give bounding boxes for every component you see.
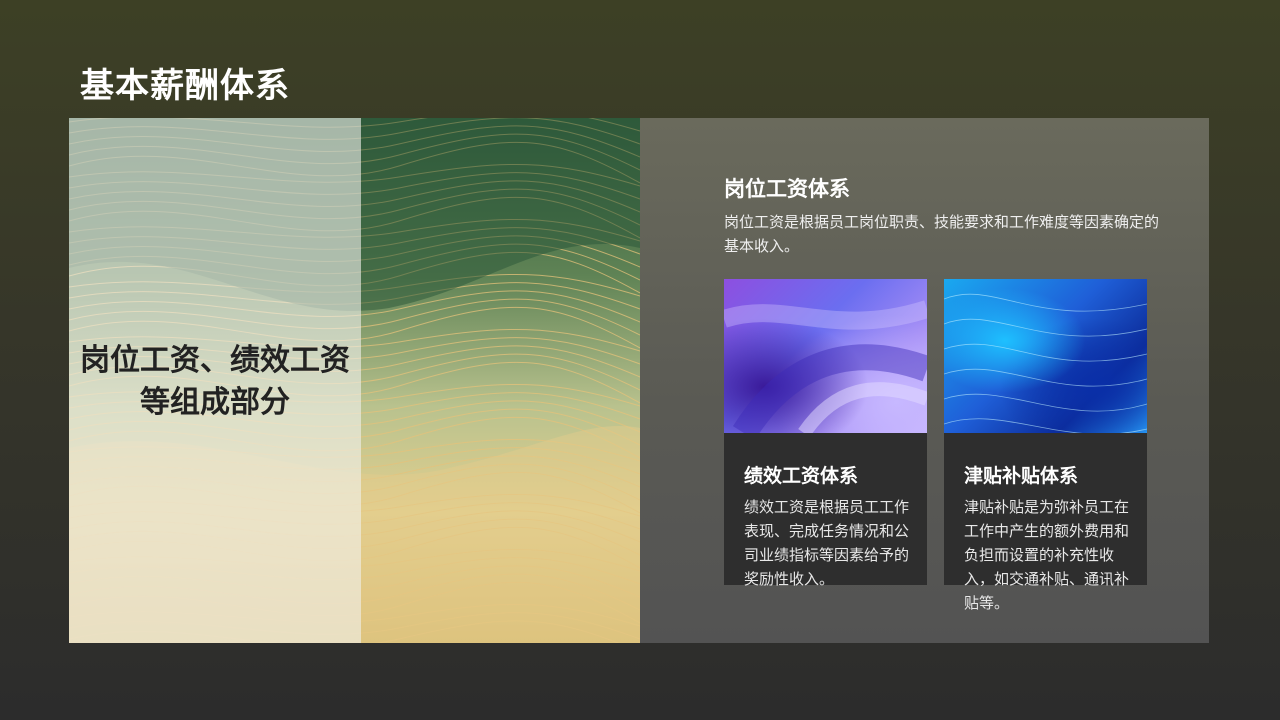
slide-title: 基本薪酬体系 xyxy=(80,66,290,106)
card-description: 绩效工资是根据员工工作表现、完成任务情况和公司业绩指标等因素给予的奖励性收入。 xyxy=(744,498,910,588)
card-description: 津贴补贴是为弥补员工在工作中产生的额外费用和负担而设置的补充性收入，如交通补贴、… xyxy=(964,498,1130,612)
section-heading: 岗位工资体系 xyxy=(724,177,850,201)
abstract-purple-image xyxy=(724,279,927,433)
card-performance-pay: 绩效工资体系 绩效工资是根据员工工作表现、完成任务情况和公司业绩指标等因素给予的… xyxy=(724,279,927,588)
decorative-wave-panel: 岗位工资、绩效工资等组成部分 xyxy=(69,118,640,643)
content-panel: 岗位工资体系 岗位工资是根据员工岗位职责、技能要求和工作难度等因素确定的基本收入… xyxy=(640,118,1209,643)
overlay-caption: 岗位工资、绩效工资等组成部分 xyxy=(80,343,350,420)
section-description: 岗位工资是根据员工岗位职责、技能要求和工作难度等因素确定的基本收入。 xyxy=(724,213,1160,255)
card-title: 绩效工资体系 xyxy=(744,465,859,487)
card-title: 津贴补贴体系 xyxy=(964,465,1079,487)
abstract-blue-image xyxy=(944,279,1147,433)
card-allowance: 津贴补贴体系 津贴补贴是为弥补员工在工作中产生的额外费用和负担而设置的补充性收入… xyxy=(944,279,1147,612)
